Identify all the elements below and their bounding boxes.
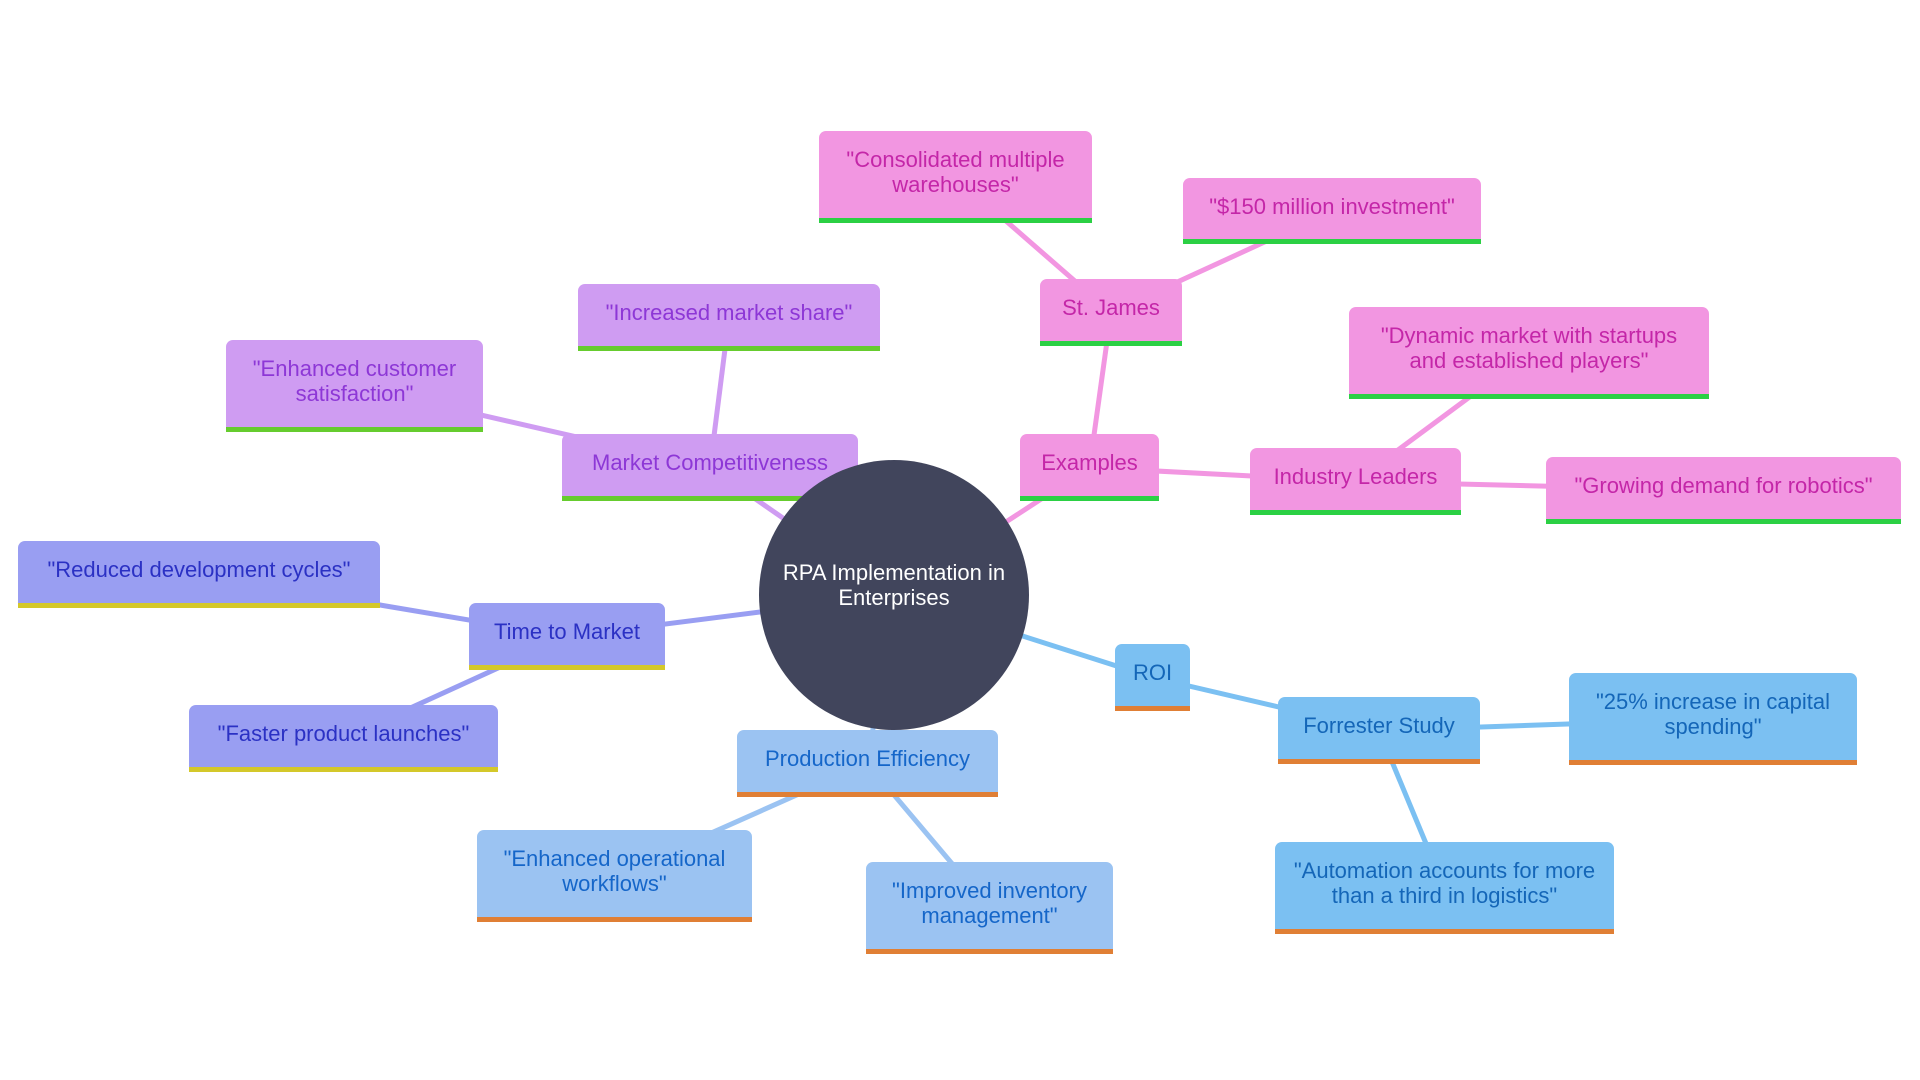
node-growing-demand-robotics[interactable]: "Growing demand for robotics" bbox=[1546, 457, 1901, 524]
node-label: "Enhanced customer satisfaction" bbox=[252, 356, 457, 406]
node-enhanced-operational-workflows[interactable]: "Enhanced operational workflows" bbox=[477, 830, 752, 922]
node-reduced-development-cycles[interactable]: "Reduced development cycles" bbox=[18, 541, 380, 608]
node-label: ROI bbox=[1132, 660, 1173, 685]
node-industry-leaders[interactable]: Industry Leaders bbox=[1250, 448, 1461, 515]
node-label: "Increased market share" bbox=[605, 300, 853, 325]
node-label: Examples bbox=[1041, 450, 1138, 475]
node-label: "Dynamic market with startups and establ… bbox=[1380, 323, 1678, 373]
central-topic-node[interactable]: RPA Implementation in Enterprises bbox=[759, 460, 1029, 730]
node-label: Time to Market bbox=[494, 619, 640, 644]
node-roi[interactable]: ROI bbox=[1115, 644, 1190, 711]
node-enhanced-customer-satisfaction[interactable]: "Enhanced customer satisfaction" bbox=[226, 340, 483, 432]
node-forrester-study[interactable]: Forrester Study bbox=[1278, 697, 1480, 764]
node-25-percent-capital-spending[interactable]: "25% increase in capital spending" bbox=[1569, 673, 1857, 765]
node-label: "$150 million investment" bbox=[1209, 193, 1455, 219]
node-improved-inventory-management[interactable]: "Improved inventory management" bbox=[866, 862, 1113, 954]
node-production-efficiency[interactable]: Production Efficiency bbox=[737, 730, 998, 797]
node-label: "Reduced development cycles" bbox=[47, 557, 351, 582]
node-label: "Automation accounts for more than a thi… bbox=[1293, 858, 1596, 908]
node-automation-logistics[interactable]: "Automation accounts for more than a thi… bbox=[1275, 842, 1614, 934]
node-150-million-investment[interactable]: "$150 million investment" bbox=[1183, 178, 1481, 244]
node-label: "Faster product launches" bbox=[217, 721, 470, 746]
node-examples[interactable]: Examples bbox=[1020, 434, 1159, 501]
node-label: St. James bbox=[1062, 295, 1160, 320]
node-label: "Consolidated multiple warehouses" bbox=[846, 147, 1065, 197]
node-label: Forrester Study bbox=[1303, 713, 1455, 738]
node-label: "25% increase in capital spending" bbox=[1595, 689, 1831, 739]
node-faster-product-launches[interactable]: "Faster product launches" bbox=[189, 705, 498, 772]
node-label: Market Competitiveness bbox=[592, 450, 828, 475]
node-dynamic-market[interactable]: "Dynamic market with startups and establ… bbox=[1349, 307, 1709, 399]
node-st-james[interactable]: St. James bbox=[1040, 279, 1182, 346]
node-increased-market-share[interactable]: "Increased market share" bbox=[578, 284, 880, 351]
node-label: "Improved inventory management" bbox=[892, 878, 1087, 928]
node-label: "Enhanced operational workflows" bbox=[503, 846, 726, 896]
central-topic-label: RPA Implementation in Enterprises bbox=[782, 560, 1006, 610]
node-consolidated-warehouses[interactable]: "Consolidated multiple warehouses" bbox=[819, 131, 1092, 223]
node-label: Production Efficiency bbox=[764, 746, 971, 771]
node-label: "Growing demand for robotics" bbox=[1574, 473, 1873, 498]
node-time-to-market[interactable]: Time to Market bbox=[469, 603, 665, 670]
node-label: Industry Leaders bbox=[1273, 464, 1438, 489]
